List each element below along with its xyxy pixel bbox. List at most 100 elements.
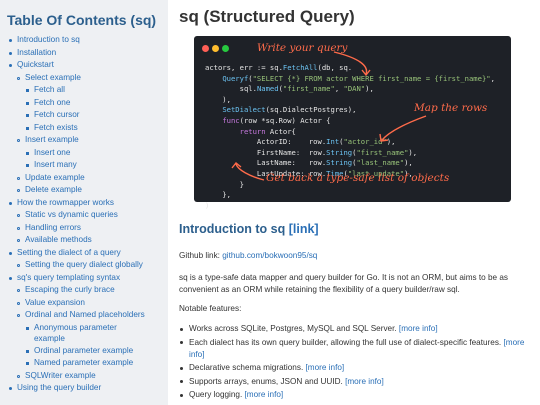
- toc-item-label[interactable]: Delete example: [25, 184, 82, 197]
- toc-item[interactable]: Using the query builder: [0, 382, 168, 395]
- toc-item[interactable]: Installation: [0, 47, 168, 60]
- arrow-write-query: [333, 51, 368, 75]
- toc-item-label[interactable]: Ordinal and Named placeholders: [25, 309, 145, 322]
- toc-bullet-icon: [17, 214, 20, 217]
- toc-item-label[interactable]: Insert one: [34, 147, 70, 160]
- toc-bullet-icon: [17, 374, 20, 378]
- more-info-link[interactable]: [more info]: [245, 390, 284, 399]
- more-info-link[interactable]: [more info]: [306, 363, 345, 372]
- toc-item-label[interactable]: sq's query templating syntax: [17, 272, 120, 285]
- toc-item-label[interactable]: How the rowmapper works: [17, 197, 114, 210]
- toc-bullet-icon: [17, 301, 20, 305]
- bullet-icon: [180, 366, 183, 370]
- toc-item[interactable]: Fetch exists: [0, 122, 168, 135]
- toc-bullet-icon: [17, 264, 20, 267]
- github-line: Github link: github.com/bokwoon95/sq: [179, 250, 317, 262]
- toc-bullet-icon: [26, 114, 29, 117]
- page-title: sq (Structured Query): [179, 7, 355, 26]
- toc-item[interactable]: Fetch cursor: [0, 109, 168, 122]
- toc-item-label[interactable]: Static vs dynamic queries: [25, 209, 118, 222]
- github-link[interactable]: github.com/bokwoon95/sq: [222, 251, 317, 260]
- toc-item[interactable]: Delete example: [0, 184, 168, 197]
- toc-item[interactable]: Escaping the curly brace: [0, 284, 168, 297]
- toc-item[interactable]: Value expansion: [0, 297, 168, 310]
- feature-text: Declarative schema migrations.: [189, 363, 306, 372]
- toc-item[interactable]: Anonymous parameter example: [0, 322, 168, 345]
- toc-bullet-icon: [26, 164, 29, 167]
- toc-item[interactable]: Setting the dialect of a query: [0, 247, 168, 260]
- toc-bullet-icon: [17, 139, 20, 142]
- toc-item-label[interactable]: Value expansion: [25, 297, 85, 310]
- toc-item-label[interactable]: Using the query builder: [17, 382, 101, 395]
- intro-description: sq is a type-safe data mapper and query …: [179, 273, 509, 294]
- github-label: Github link:: [179, 251, 223, 260]
- toc-item[interactable]: Quickstart: [0, 59, 168, 72]
- toc-item[interactable]: Ordinal parameter example: [0, 345, 168, 358]
- toc-item-label[interactable]: Setting the query dialect globally: [25, 259, 143, 272]
- toc-item[interactable]: How the rowmapper works: [0, 197, 168, 210]
- feature-text: Supports arrays, enums, JSON and UUID.: [189, 376, 346, 386]
- toc-item-label[interactable]: Quickstart: [17, 59, 54, 72]
- toc-item[interactable]: SQLWriter example: [0, 370, 168, 383]
- toc-item[interactable]: Introduction to sq: [0, 34, 168, 47]
- more-info-link[interactable]: [more info]: [399, 324, 438, 333]
- toc-item-label[interactable]: Fetch all: [34, 84, 65, 97]
- toc-item-label[interactable]: Setting the dialect of a query: [17, 247, 121, 260]
- toc-item-label[interactable]: SQLWriter example: [25, 370, 96, 383]
- toc-item[interactable]: Static vs dynamic queries: [0, 209, 168, 222]
- toc-item[interactable]: Insert example: [0, 134, 168, 147]
- toc-item[interactable]: Insert many: [0, 159, 168, 172]
- feature-item: Each dialect has its own query builder, …: [179, 337, 531, 361]
- toc-item[interactable]: Handling errors: [0, 222, 168, 235]
- feature-text: Each dialect has its own query builder, …: [189, 337, 504, 347]
- toc-item-label[interactable]: Fetch cursor: [34, 109, 80, 122]
- toc-bullet-icon: [26, 101, 29, 105]
- toc-item-label[interactable]: Fetch exists: [34, 122, 78, 135]
- more-info-link[interactable]: [more info]: [345, 377, 384, 386]
- toc-item-label[interactable]: Anonymous parameter example: [34, 322, 144, 345]
- toc-bullet-icon: [17, 189, 20, 192]
- toc-item[interactable]: Named parameter example: [0, 357, 168, 370]
- toc-item-label[interactable]: Fetch one: [34, 97, 70, 110]
- toc-item-label[interactable]: Escaping the curly brace: [25, 284, 115, 297]
- toc-item[interactable]: sq's query templating syntax: [0, 272, 168, 285]
- toc-item[interactable]: Insert one: [0, 147, 168, 160]
- toc-title: Table Of Contents (sq): [7, 12, 157, 28]
- toc-item[interactable]: Update example: [0, 172, 168, 185]
- feature-item: Supports arrays, enums, JSON and UUID. […: [179, 376, 531, 388]
- toc-bullet-icon: [9, 251, 12, 255]
- feature-item: Query logging. [more info]: [179, 389, 531, 401]
- toc-item[interactable]: Fetch all: [0, 84, 168, 97]
- toc-item-label[interactable]: Ordinal parameter example: [34, 345, 133, 358]
- toc-item[interactable]: Ordinal and Named placeholders: [0, 309, 168, 322]
- toc-item[interactable]: Setting the query dialect globally: [0, 259, 168, 272]
- toc-item-label[interactable]: Update example: [25, 172, 85, 185]
- section-anchor-link[interactable]: [link]: [289, 222, 319, 236]
- toc-item-label[interactable]: Handling errors: [25, 222, 81, 235]
- toc-item-label[interactable]: Select example: [25, 72, 81, 85]
- toc-item-label[interactable]: Available methods: [25, 234, 92, 247]
- toc-item-label[interactable]: Introduction to sq: [17, 34, 80, 47]
- note-map-rows: Map the rows: [414, 102, 488, 114]
- toc-bullet-icon: [17, 226, 20, 230]
- toc-item[interactable]: Select example: [0, 72, 168, 85]
- toc-bullet-icon: [26, 362, 29, 365]
- toc-item[interactable]: Fetch one: [0, 97, 168, 110]
- main-content: sq (Structured Query) actors, err := sq.…: [168, 0, 540, 405]
- toc-bullet-icon: [17, 176, 20, 180]
- toc-item-label[interactable]: Named parameter example: [34, 357, 133, 370]
- toc-bullet-icon: [17, 289, 20, 292]
- toc-item-label[interactable]: Installation: [17, 47, 56, 60]
- toc-bullet-icon: [26, 349, 29, 353]
- toc-item-label[interactable]: Insert example: [25, 134, 79, 147]
- toc-bullet-icon: [26, 126, 29, 130]
- toc-bullet-icon: [26, 326, 29, 330]
- toc-item[interactable]: Available methods: [0, 234, 168, 247]
- toc-bullet-icon: [9, 64, 12, 67]
- bullet-icon: [180, 380, 183, 383]
- note-typesafe: Get back a type-safe list of objects: [266, 172, 450, 184]
- code-token: ): [205, 200, 210, 210]
- toc-item-label[interactable]: Insert many: [34, 159, 77, 172]
- toc-bullet-icon: [17, 314, 20, 317]
- toc-bullet-icon: [9, 201, 12, 205]
